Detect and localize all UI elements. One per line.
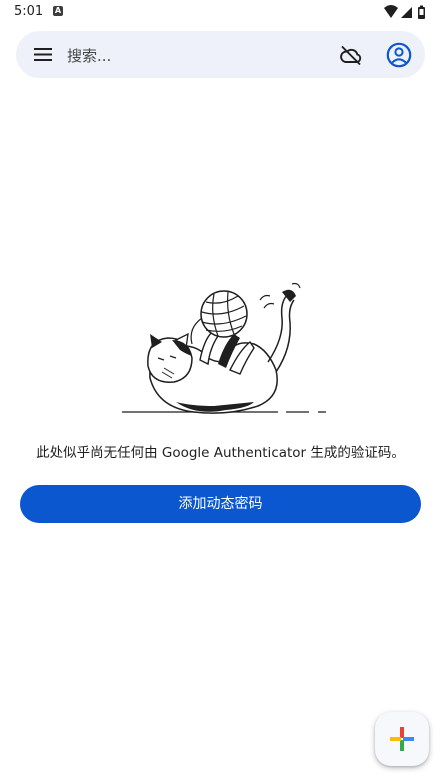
status-bar: 5:01 A xyxy=(0,0,441,24)
wifi-icon xyxy=(384,5,398,18)
search-bar[interactable]: 搜索... xyxy=(16,31,425,78)
signal-icon xyxy=(401,7,412,18)
add-fab-button[interactable] xyxy=(375,712,429,766)
account-circle-icon[interactable] xyxy=(386,42,412,68)
search-input[interactable]: 搜索... xyxy=(67,45,111,66)
battery-icon xyxy=(418,5,425,19)
status-icons xyxy=(384,5,428,19)
add-code-button[interactable]: 添加动态密码 xyxy=(20,485,421,523)
cat-playing-with-yarn-illustration xyxy=(122,282,326,414)
status-time: 5:01 xyxy=(14,4,44,19)
a-icon: A xyxy=(53,6,63,16)
plus-multicolor-icon xyxy=(390,727,414,751)
menu-icon[interactable] xyxy=(33,45,53,64)
cloud-off-icon[interactable] xyxy=(339,43,363,67)
empty-state-message: 此处似乎尚无任何由 Google Authenticator 生成的验证码。 xyxy=(36,445,405,461)
